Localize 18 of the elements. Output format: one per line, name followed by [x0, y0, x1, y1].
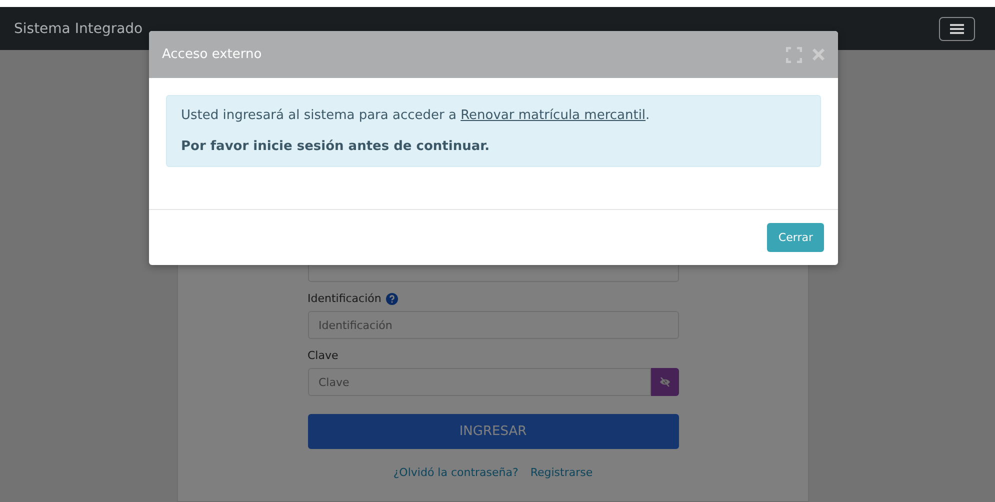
app-title: Sistema Integrado	[14, 20, 143, 36]
modal-title: Acceso externo	[162, 47, 262, 62]
alert-message: Usted ingresará al sistema para acceder a Renovar matrícula mercantil.	[181, 108, 651, 123]
menu-icon	[950, 24, 964, 34]
link[interactable]: Registrarse	[530, 466, 593, 479]
field-label: Clave	[308, 349, 338, 362]
alert-notice: Por favor inicie sesión antes de continuar.	[181, 139, 491, 154]
toggle-visibility-button[interactable]	[650, 368, 678, 396]
field-label: Identificación	[308, 292, 382, 305]
submit-button[interactable]: INGRESAR	[308, 414, 678, 449]
password-field[interactable]: Clave	[308, 368, 650, 396]
eye-slash-icon	[658, 377, 670, 387]
help-icon[interactable]	[386, 292, 398, 304]
input-field[interactable]: Identificación	[308, 311, 678, 339]
menu-button[interactable]	[939, 16, 975, 40]
close-button[interactable]: Cerrar	[767, 223, 824, 252]
link[interactable]: ¿Olvidó la contraseña?	[393, 466, 518, 479]
link[interactable]: Renovar matrícula mercantil	[460, 108, 646, 123]
